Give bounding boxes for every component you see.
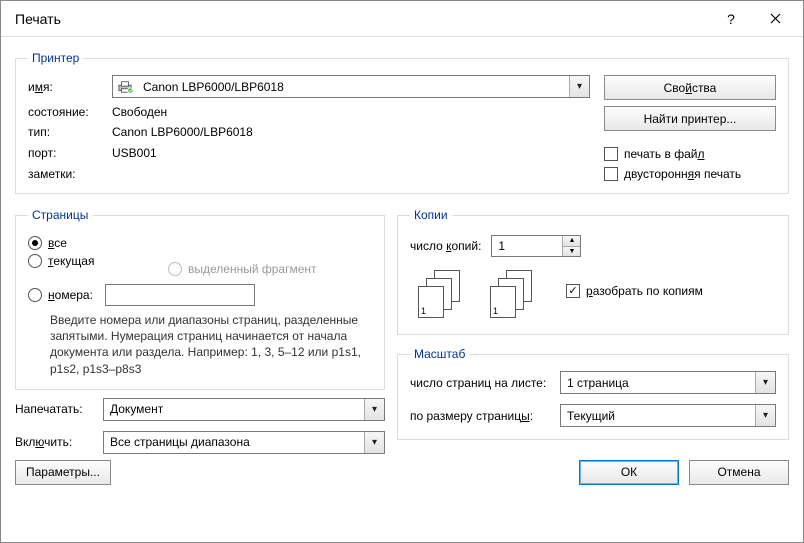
- dropdown-button[interactable]: ▾: [364, 399, 384, 420]
- pages-numbers-radio[interactable]: номера:: [28, 284, 372, 306]
- printer-name-select[interactable]: Canon LBP6000/LBP6018 ▾: [112, 75, 590, 98]
- checkbox-box: ✓: [566, 284, 580, 298]
- properties-button[interactable]: Свойства: [604, 75, 776, 100]
- printer-legend: Принтер: [28, 51, 83, 65]
- radio-dot: [168, 262, 182, 276]
- find-printer-button[interactable]: Найти принтер...: [604, 106, 776, 131]
- print-what-select[interactable]: Документ ▾: [103, 398, 385, 421]
- printer-state-label: состояние:: [28, 105, 106, 119]
- printer-notes-label: заметки:: [28, 167, 106, 181]
- printer-group: Принтер имя: Canon LBP6000/LBP6018 ▾ Сво…: [15, 51, 789, 194]
- pages-hint: Введите номера или диапазоны страниц, ра…: [28, 312, 372, 377]
- print-what-label: Напечатать:: [15, 402, 103, 416]
- pages-legend: Страницы: [28, 208, 92, 222]
- print-dialog: Печать ? Принтер имя: Canon LBP6000/LBP6…: [0, 0, 804, 543]
- checkbox-box: [604, 147, 618, 161]
- options-button[interactable]: Параметры...: [15, 460, 111, 485]
- radio-dot: [28, 254, 42, 268]
- pages-current-radio[interactable]: текущая: [28, 254, 168, 268]
- dropdown-button[interactable]: ▾: [755, 405, 775, 426]
- pages-all-radio[interactable]: все: [28, 236, 168, 250]
- copies-count-label: число копий:: [410, 239, 481, 253]
- include-label: Включить:: [15, 435, 103, 449]
- pages-per-sheet-select[interactable]: 1 страница ▾: [560, 371, 776, 394]
- dialog-body: Принтер имя: Canon LBP6000/LBP6018 ▾ Сво…: [1, 37, 803, 542]
- pages-per-sheet-label: число страниц на листе:: [410, 376, 560, 390]
- close-button[interactable]: [753, 4, 797, 34]
- fit-page-label: по размеру страницы:: [410, 409, 560, 423]
- duplex-checkbox[interactable]: двусторонняя печать: [604, 167, 776, 181]
- dropdown-button[interactable]: ▾: [569, 76, 589, 97]
- radio-dot: [28, 236, 42, 250]
- printer-state-value: Свободен: [112, 105, 590, 119]
- scale-legend: Масштаб: [410, 347, 469, 361]
- pages-numbers-input[interactable]: [105, 284, 255, 306]
- help-button[interactable]: ?: [709, 4, 753, 34]
- printer-name-label: имя:: [28, 80, 106, 94]
- printer-port-value: USB001: [112, 146, 590, 160]
- printer-type-value: Canon LBP6000/LBP6018: [112, 125, 590, 139]
- step-down[interactable]: ▼: [563, 247, 580, 257]
- copies-group: Копии число копий: 1 ▲ ▼: [397, 208, 789, 335]
- pages-group: Страницы все текущая: [15, 208, 385, 390]
- checkbox-box: [604, 167, 618, 181]
- printer-icon: [113, 80, 137, 94]
- printer-port-label: порт:: [28, 146, 106, 160]
- radio-dot: [28, 288, 42, 302]
- close-icon: [770, 13, 781, 24]
- copies-legend: Копии: [410, 208, 452, 222]
- include-select[interactable]: Все страницы диапазона ▾: [103, 431, 385, 454]
- window-title: Печать: [15, 11, 709, 27]
- fit-page-select[interactable]: Текущий ▾: [560, 404, 776, 427]
- pages-selection-radio: выделенный фрагмент: [168, 262, 372, 276]
- ok-button[interactable]: ОК: [579, 460, 679, 485]
- printer-name-value: Canon LBP6000/LBP6018: [137, 80, 569, 94]
- step-up[interactable]: ▲: [563, 236, 580, 247]
- scale-group: Масштаб число страниц на листе: 1 страни…: [397, 347, 789, 440]
- print-to-file-checkbox[interactable]: печать в файл: [604, 147, 776, 161]
- dropdown-button[interactable]: ▾: [755, 372, 775, 393]
- copies-count-stepper[interactable]: 1 ▲ ▼: [491, 235, 581, 257]
- cancel-button[interactable]: Отмена: [689, 460, 789, 485]
- dropdown-button[interactable]: ▾: [364, 432, 384, 453]
- collate-checkbox[interactable]: ✓ разобрать по копиям: [566, 284, 703, 298]
- collate-graphic: 3 2 1 3 2 1: [418, 270, 538, 318]
- printer-type-label: тип:: [28, 125, 106, 139]
- titlebar: Печать ?: [1, 1, 803, 37]
